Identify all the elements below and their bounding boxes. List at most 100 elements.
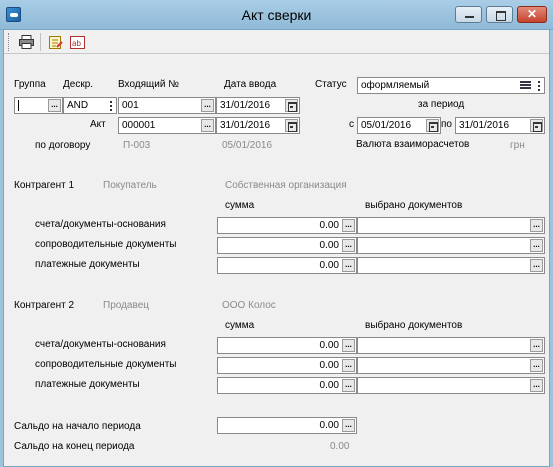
- counterparty2-sum-header: сумма: [225, 320, 255, 331]
- act-date-value: 31/01/2016: [220, 120, 271, 131]
- edit-document-icon: [49, 35, 63, 49]
- cp2-row3-sum[interactable]: 0.00...: [217, 377, 357, 394]
- currency-label: Валюта взаиморасчетов: [356, 139, 470, 150]
- cp2-row1-label: счета/документы-основания: [35, 339, 166, 350]
- status-field[interactable]: оформляемый: [357, 77, 545, 94]
- cp1-row2-selected-button[interactable]: ...: [530, 239, 543, 252]
- balance-start-button[interactable]: ...: [342, 419, 355, 432]
- cp2-row1-sum-button[interactable]: ...: [342, 339, 355, 352]
- cp1-row1-sum[interactable]: 0.00...: [217, 217, 357, 234]
- counterparty1-org: Собственная организация: [225, 180, 347, 191]
- period-to-value: 31/01/2016: [459, 120, 510, 131]
- group-field[interactable]: ...: [14, 97, 63, 114]
- cp2-row2-selected-button[interactable]: ...: [530, 359, 543, 372]
- svg-text:ab: ab: [72, 39, 81, 48]
- close-icon: ✕: [526, 7, 538, 21]
- toolbar: ab: [4, 30, 549, 54]
- cp1-row3-sum-button[interactable]: ...: [342, 259, 355, 272]
- cp2-row3-label: платежные документы: [35, 379, 140, 390]
- print-button[interactable]: [17, 33, 36, 51]
- contract-label: по договору: [35, 140, 91, 151]
- counterparty1-sum-header: сумма: [225, 200, 255, 211]
- counterparty1-role: Покупатель: [103, 180, 157, 191]
- printer-icon: [19, 35, 34, 49]
- ab-text-icon: ab: [70, 35, 85, 49]
- cp1-row2-selected[interactable]: ...: [357, 237, 545, 254]
- contract-value: П-003: [123, 140, 151, 151]
- counterparty1-title: Контрагент 1: [14, 180, 75, 191]
- cp2-row3-selected[interactable]: ...: [357, 377, 545, 394]
- cp1-row2-label: сопроводительные документы: [35, 239, 177, 250]
- period-to-label: по: [441, 119, 452, 130]
- cp1-row2-sum-button[interactable]: ...: [342, 239, 355, 252]
- group-lookup-button[interactable]: ...: [48, 99, 61, 112]
- calendar-icon[interactable]: [285, 99, 298, 112]
- status-value: оформляемый: [361, 80, 430, 91]
- act-date-field[interactable]: 31/01/2016: [216, 117, 300, 134]
- cp2-row2-selected[interactable]: ...: [357, 357, 545, 374]
- act-lookup-button[interactable]: ...: [201, 119, 214, 132]
- close-button[interactable]: ✕: [517, 6, 547, 23]
- cp1-row2-sum[interactable]: 0.00...: [217, 237, 357, 254]
- text-format-button[interactable]: ab: [68, 33, 87, 51]
- balance-start-value: 0.00: [319, 420, 339, 431]
- balance-start-label: Сальдо на начало периода: [14, 421, 141, 432]
- group-label: Группа: [14, 79, 46, 90]
- balance-start-field[interactable]: 0.00...: [217, 417, 357, 434]
- calendar-icon[interactable]: [530, 119, 543, 132]
- cp2-row3-selected-button[interactable]: ...: [530, 379, 543, 392]
- maximize-button[interactable]: [486, 6, 513, 23]
- cp2-row1-sum[interactable]: 0.00...: [217, 337, 357, 354]
- cp2-row3-sum-button[interactable]: ...: [342, 379, 355, 392]
- cp2-row1-selected-button[interactable]: ...: [530, 339, 543, 352]
- form-window: ab Группа Дескр. Входящий № Дата ввода С…: [3, 30, 550, 467]
- cp1-row1-sum-value: 0.00: [319, 220, 339, 231]
- cp1-row3-selected[interactable]: ...: [357, 257, 545, 274]
- form-content: Группа Дескр. Входящий № Дата ввода Стат…: [4, 55, 549, 467]
- incoming-number-field[interactable]: 001...: [118, 97, 216, 114]
- cp1-row1-sum-button[interactable]: ...: [342, 219, 355, 232]
- toolbar-separator: [40, 33, 41, 51]
- incoming-number-label: Входящий №: [118, 79, 179, 90]
- title-bar: Акт сверки ✕: [0, 0, 553, 30]
- descr-menu-icon[interactable]: [108, 100, 114, 112]
- act-number-field[interactable]: 000001...: [118, 117, 216, 134]
- cp1-row3-sum[interactable]: 0.00...: [217, 257, 357, 274]
- incoming-number-value: 001: [122, 100, 139, 111]
- cp2-row2-sum-button[interactable]: ...: [342, 359, 355, 372]
- counterparty2-title: Контрагент 2: [14, 300, 75, 311]
- cp1-row3-label: платежные документы: [35, 259, 140, 270]
- edit-button[interactable]: [46, 33, 65, 51]
- cp1-row2-sum-value: 0.00: [319, 240, 339, 251]
- cp1-row1-label: счета/документы-основания: [35, 219, 166, 230]
- descr-label: Дескр.: [63, 79, 94, 90]
- cp1-row3-selected-button[interactable]: ...: [530, 259, 543, 272]
- balance-end-value: 0.00: [330, 441, 350, 452]
- status-label: Статус: [315, 79, 347, 90]
- cp2-row2-sum[interactable]: 0.00...: [217, 357, 357, 374]
- cp1-row3-sum-value: 0.00: [319, 260, 339, 271]
- cp2-row1-selected[interactable]: ...: [357, 337, 545, 354]
- entry-date-label: Дата ввода: [224, 79, 277, 90]
- descr-field[interactable]: AND: [63, 97, 117, 114]
- period-from-label: с: [349, 119, 354, 130]
- entry-date-field[interactable]: 31/01/2016: [216, 97, 300, 114]
- calendar-icon[interactable]: [426, 119, 439, 132]
- calendar-icon[interactable]: [285, 119, 298, 132]
- incoming-lookup-button[interactable]: ...: [201, 99, 214, 112]
- text-cursor: [18, 99, 19, 111]
- cp2-row3-sum-value: 0.00: [319, 380, 339, 391]
- toolbar-grip-icon: [8, 33, 11, 51]
- counterparty2-selected-header: выбрано документов: [365, 320, 463, 331]
- period-from-field[interactable]: 05/01/2016: [357, 117, 441, 134]
- period-label: за период: [418, 99, 465, 110]
- currency-value: грн: [510, 140, 525, 151]
- cp1-row1-selected[interactable]: ...: [357, 217, 545, 234]
- status-menu-icon[interactable]: [536, 80, 542, 92]
- minimize-button[interactable]: [455, 6, 482, 23]
- period-to-field[interactable]: 31/01/2016: [455, 117, 545, 134]
- list-icon[interactable]: [520, 80, 531, 91]
- period-from-value: 05/01/2016: [361, 120, 412, 131]
- descr-value: AND: [67, 100, 89, 111]
- cp1-row1-selected-button[interactable]: ...: [530, 219, 543, 232]
